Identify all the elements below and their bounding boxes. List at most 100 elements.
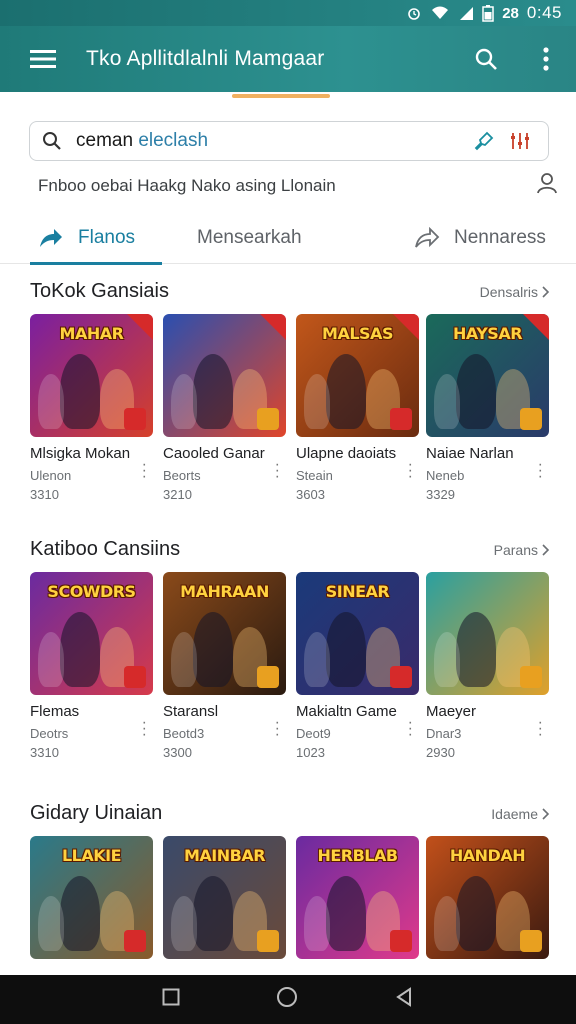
- rating-badge-icon: [390, 408, 412, 430]
- menu-button[interactable]: [0, 26, 86, 92]
- home-button[interactable]: [276, 986, 298, 1013]
- rating-badge-icon: [520, 408, 542, 430]
- rating-badge-icon: [257, 930, 279, 952]
- share-arrow-icon: [414, 226, 440, 249]
- rating-badge-icon: [520, 666, 542, 688]
- rating-badge-icon: [257, 408, 279, 430]
- game-thumbnail[interactable]: MAHAR: [30, 314, 153, 437]
- card-menu-button[interactable]: · · ·: [275, 715, 280, 743]
- game-card[interactable]: MAHRAAN Staransl Beotd3 3300 · · ·: [163, 572, 286, 762]
- square-icon: [162, 988, 180, 1006]
- hero-figure: [60, 612, 100, 687]
- game-card[interactable]: MALSAS Ulapne daoiats Steain 3603 · · ·: [296, 314, 419, 504]
- game-card[interactable]: Maeyer Dnar3 2930 · · ·: [426, 572, 549, 762]
- hero-figure: [304, 896, 330, 951]
- card-menu-button[interactable]: · · ·: [142, 457, 147, 485]
- hero-figure: [193, 612, 233, 687]
- pin-button[interactable]: [466, 131, 502, 151]
- alarm-icon: [406, 5, 422, 21]
- tab-label: Nennaress: [454, 226, 546, 248]
- see-more-link[interactable]: Densalris: [480, 284, 550, 300]
- game-thumbnail[interactable]: [163, 314, 286, 437]
- more-vert-icon: [543, 47, 549, 71]
- section-title: Gidary Uinaian: [30, 802, 163, 824]
- game-logo: LLAKIE: [61, 846, 122, 865]
- game-card[interactable]: HERBLAB: [296, 836, 419, 959]
- game-card[interactable]: HAYSAR Naiae Narlan Neneb 3329 · · ·: [426, 314, 549, 504]
- clock: 0:45: [526, 3, 562, 22]
- hero-figure: [456, 612, 496, 687]
- game-title: Ulapne daoiats: [296, 445, 397, 462]
- hero-figure: [434, 632, 460, 687]
- game-card[interactable]: HANDAH: [426, 836, 549, 959]
- section-header: Katiboo Cansiins Parans: [30, 538, 550, 561]
- see-more-link[interactable]: Parans: [494, 542, 550, 558]
- search-button[interactable]: [456, 26, 516, 92]
- game-logo: HANDAH: [449, 846, 526, 865]
- hero-figure: [171, 632, 197, 687]
- status-bar: 28 0:45: [0, 0, 576, 26]
- game-subtitle: Steain: [296, 468, 333, 483]
- game-thumbnail[interactable]: MALSAS: [296, 314, 419, 437]
- card-menu-button[interactable]: · · ·: [408, 715, 413, 743]
- search-icon: [475, 48, 497, 70]
- person-icon: [537, 173, 557, 194]
- game-thumbnail[interactable]: LLAKIE: [30, 836, 153, 959]
- recents-button[interactable]: [162, 988, 180, 1011]
- hero-figure: [38, 632, 64, 687]
- game-thumbnail[interactable]: MAINBAR: [163, 836, 286, 959]
- hero-figure: [434, 374, 460, 429]
- new-ribbon: [523, 314, 549, 340]
- see-more-link[interactable]: Idaeme: [491, 806, 550, 822]
- section: Katiboo Cansiins Parans SCOWDRS Flemas Deotr…: [0, 534, 576, 794]
- filter-button[interactable]: [502, 131, 538, 151]
- game-title: Staransl: [163, 703, 219, 720]
- hero-figure: [171, 896, 197, 951]
- back-button[interactable]: [394, 987, 414, 1012]
- tab-nennaress[interactable]: Nennaress: [414, 212, 546, 264]
- card-menu-button[interactable]: · · ·: [275, 457, 280, 485]
- card-menu-button[interactable]: · · ·: [538, 457, 543, 485]
- game-card[interactable]: MAINBAR: [163, 836, 286, 959]
- game-card[interactable]: SCOWDRS Flemas Deotrs 3310 · · ·: [30, 572, 153, 762]
- game-thumbnail[interactable]: [426, 572, 549, 695]
- game-subtitle: Beotd3: [163, 726, 205, 741]
- hero-figure: [304, 374, 330, 429]
- new-ribbon: [260, 314, 286, 340]
- game-count: 2930: [426, 745, 455, 760]
- tab-flanos[interactable]: Flanos: [30, 212, 162, 265]
- search-input[interactable]: ceman eleclash: [76, 130, 466, 152]
- game-thumbnail[interactable]: HAYSAR: [426, 314, 549, 437]
- battery-percent: 28: [502, 4, 519, 22]
- search-bar[interactable]: ceman eleclash: [29, 121, 549, 161]
- pull-indicator: [232, 94, 330, 98]
- tab-bar: Flanos Mensearkah Nennaress: [0, 212, 576, 265]
- card-menu-button[interactable]: · · ·: [538, 715, 543, 743]
- game-count: 3300: [163, 745, 192, 760]
- game-thumbnail[interactable]: MAHRAAN: [163, 572, 286, 695]
- game-card[interactable]: MAHAR Mlsigka Mokan Ulenon 3310 · · ·: [30, 314, 153, 504]
- game-card[interactable]: SINEAR Makialtn Game Deot9 1023 · · ·: [296, 572, 419, 762]
- game-thumbnail[interactable]: HANDAH: [426, 836, 549, 959]
- profile-button[interactable]: [536, 172, 558, 199]
- tab-mensearkah[interactable]: Mensearkah: [197, 212, 302, 264]
- game-card[interactable]: Caooled Ganar Beorts 3210 · · ·: [163, 314, 286, 504]
- rating-badge-icon: [124, 666, 146, 688]
- wifi-icon: [430, 5, 450, 21]
- search-subline: Fnboo oebai Haakg Nako asing Llonain: [38, 172, 558, 199]
- game-thumbnail[interactable]: SCOWDRS: [30, 572, 153, 695]
- chevron-right-icon: [542, 285, 550, 298]
- game-meta: Beorts 3210: [163, 466, 286, 504]
- game-card[interactable]: LLAKIE: [30, 836, 153, 959]
- game-meta: Beotd3 3300: [163, 724, 286, 762]
- rating-badge-icon: [520, 930, 542, 952]
- game-logo: MAHRAAN: [180, 582, 269, 601]
- game-thumbnail[interactable]: SINEAR: [296, 572, 419, 695]
- game-meta: Steain 3603: [296, 466, 419, 504]
- see-more-label: Idaeme: [491, 805, 538, 822]
- game-count: 1023: [296, 745, 325, 760]
- card-menu-button[interactable]: · · ·: [408, 457, 413, 485]
- game-thumbnail[interactable]: HERBLAB: [296, 836, 419, 959]
- overflow-menu-button[interactable]: [516, 26, 576, 92]
- card-menu-button[interactable]: · · ·: [142, 715, 147, 743]
